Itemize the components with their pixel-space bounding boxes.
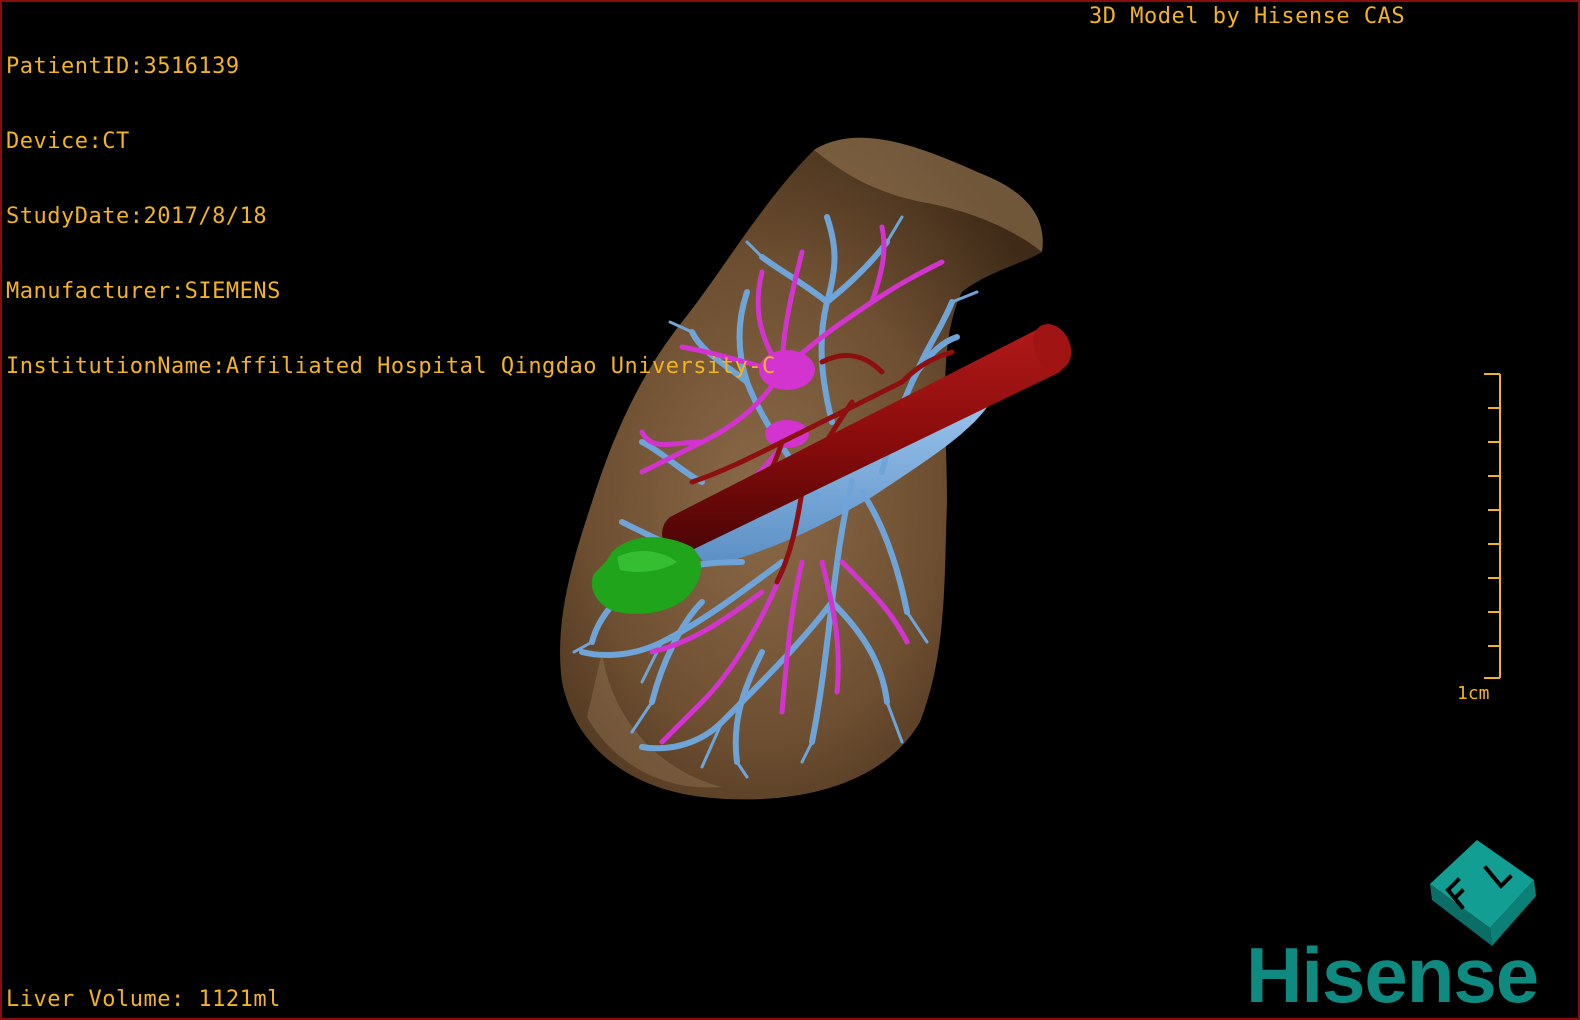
- hisense-logo-text: Hisense: [1246, 931, 1538, 1018]
- hisense-logo: Hisense: [1246, 931, 1539, 1018]
- 3d-viewport[interactable]: PatientID:3516139 Device:CT StudyDate:20…: [0, 0, 1580, 1020]
